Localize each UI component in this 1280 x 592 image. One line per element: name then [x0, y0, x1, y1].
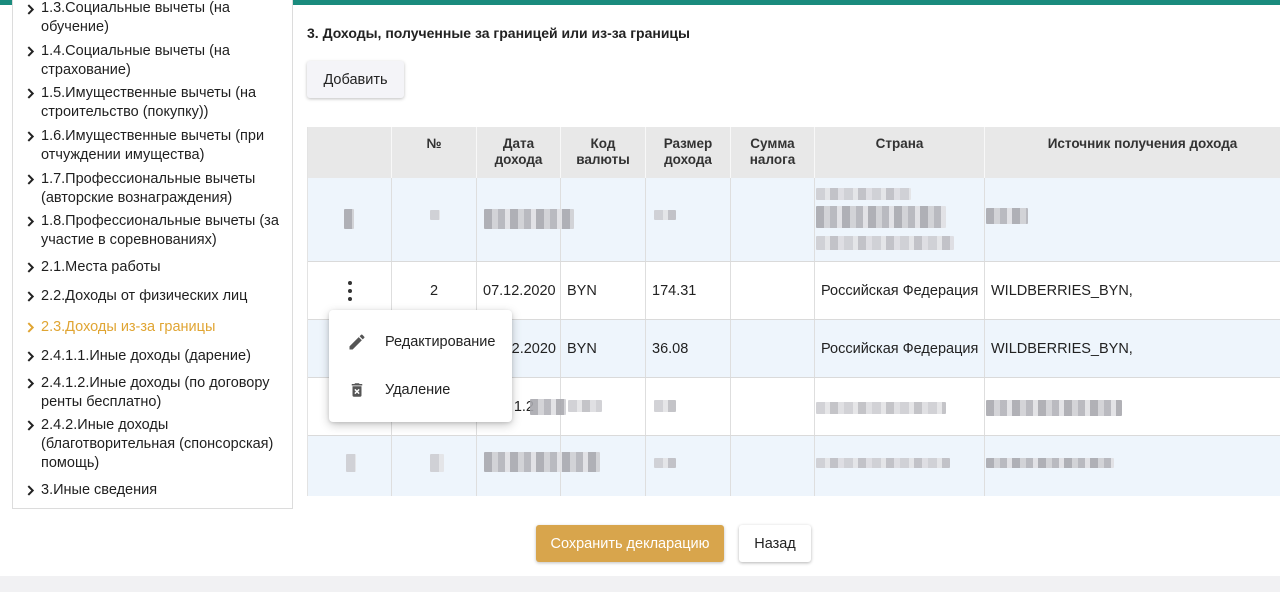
- sidebar-item-label: 1.4.Социальные вычеты (на страхование): [41, 43, 230, 78]
- add-button[interactable]: Добавить: [307, 61, 404, 98]
- redacted-content: [816, 458, 950, 468]
- chevron-right-icon: [25, 347, 41, 365]
- redacted-content: [530, 399, 566, 415]
- redacted-content: [484, 452, 600, 472]
- redacted-content: [816, 236, 954, 250]
- redacted-content: [484, 209, 574, 229]
- menu-item-label: Редактирование: [385, 334, 496, 350]
- chevron-right-icon: [25, 127, 41, 145]
- redacted-content: [654, 210, 676, 220]
- sidebar-item-property-alienation[interactable]: 1.6.Имущественные вычеты (при отчуждении…: [25, 127, 287, 165]
- sidebar-item-social-insurance[interactable]: 1.4.Социальные вычеты (на страхование): [25, 42, 287, 80]
- trash-icon: [346, 379, 368, 401]
- row-context-menu: Редактирование Удаление: [329, 310, 512, 422]
- sidebar-item-social-education[interactable]: 1.3.Социальные вычеты (на обучение): [25, 0, 287, 37]
- chevron-right-icon: [25, 416, 41, 434]
- chevron-right-icon: [25, 42, 41, 60]
- cell-currency: BYN: [561, 320, 646, 377]
- table-header: № Дата дохода Код валюты Размер дохода С…: [308, 127, 1280, 178]
- redacted-content: [430, 210, 440, 220]
- sidebar-item-label: 3.Иные сведения: [41, 482, 158, 498]
- cell-country: Российская Федерация: [815, 320, 985, 377]
- chevron-right-icon: [25, 481, 41, 499]
- sidebar-nav: 1.3.Социальные вычеты (на обучение) 1.4.…: [12, 0, 293, 509]
- header-date: Дата дохода: [477, 127, 561, 178]
- chevron-right-icon: [25, 170, 41, 188]
- sidebar-item-label: 2.1.Места работы: [41, 259, 161, 275]
- cell-amount: 36.08: [646, 320, 731, 377]
- redacted-content: [986, 400, 1122, 416]
- header-tax: Сумма налога: [731, 127, 815, 178]
- footer-strip: [0, 576, 1280, 592]
- chevron-right-icon: [25, 0, 41, 18]
- sidebar-item-foreign-income[interactable]: 2.3.Доходы из-за границы: [25, 318, 287, 337]
- sidebar-item-label: 2.4.1.2.Иные доходы (по договору ренты б…: [41, 375, 270, 410]
- redacted-content: [568, 400, 602, 412]
- back-button[interactable]: Назад: [739, 525, 811, 562]
- table-row[interactable]: [308, 436, 1280, 496]
- header-amount: Размер дохода: [646, 127, 731, 178]
- header-source: Источник получения дохода: [985, 127, 1280, 178]
- cell-currency: BYN: [561, 262, 646, 319]
- sidebar-item-label: 2.4.1.1.Иные доходы (дарение): [41, 348, 251, 364]
- more-vertical-icon[interactable]: [343, 281, 357, 301]
- redacted-content: [654, 458, 676, 468]
- sidebar-item-label: 1.3.Социальные вычеты (на обучение): [41, 0, 230, 35]
- sidebar-item-label: 1.6.Имущественные вычеты (при отчуждении…: [41, 128, 265, 163]
- redacted-content: [986, 458, 1114, 468]
- menu-item-edit[interactable]: Редактирование: [329, 318, 512, 366]
- redacted-content: [816, 206, 946, 228]
- header-actions: [308, 127, 392, 178]
- sidebar-item-label: 1.7.Профессиональные вычеты (авторские в…: [41, 171, 256, 206]
- sidebar-item-other-info[interactable]: 3.Иные сведения: [25, 481, 287, 500]
- cell-source: WILDBERRIES_BYN,: [991, 282, 1133, 299]
- redacted-content: [430, 454, 444, 472]
- sidebar-item-income-individuals[interactable]: 2.2.Доходы от физических лиц: [25, 287, 287, 306]
- sidebar-item-label: 2.3.Доходы из-за границы: [41, 319, 216, 335]
- section-title: 3. Доходы, полученные за границей или из…: [307, 25, 690, 41]
- sidebar-item-other-charity[interactable]: 2.4.2.Иные доходы (благотворительная (сп…: [25, 416, 287, 473]
- sidebar-item-workplaces[interactable]: 2.1.Места работы: [25, 258, 287, 277]
- header-country: Страна: [815, 127, 985, 178]
- save-declaration-button[interactable]: Сохранить декларацию: [536, 525, 724, 562]
- chevron-right-icon: [25, 212, 41, 230]
- sidebar-item-professional-competitions[interactable]: 1.8.Профессиональные вычеты (за участие …: [25, 212, 287, 250]
- header-currency: Код валюты: [561, 127, 646, 178]
- sidebar-item-label: 2.2.Доходы от физических лиц: [41, 288, 248, 304]
- menu-item-delete[interactable]: Удаление: [329, 366, 512, 414]
- chevron-right-icon: [25, 287, 41, 305]
- sidebar-item-label: 1.8.Профессиональные вычеты (за участие …: [41, 213, 279, 248]
- table-row[interactable]: [308, 178, 1280, 261]
- cell-tax: [731, 262, 815, 319]
- sidebar-item-other-rent[interactable]: 2.4.1.2.Иные доходы (по договору ренты б…: [25, 374, 287, 412]
- cell-country: Российская Федерация: [815, 262, 985, 319]
- cell-source: WILDBERRIES_BYN,: [991, 340, 1133, 357]
- chevron-right-icon: [25, 84, 41, 102]
- sidebar-item-label: 2.4.2.Иные доходы (благотворительная (сп…: [41, 417, 274, 471]
- redacted-content: [344, 209, 354, 229]
- chevron-right-icon: [25, 318, 41, 336]
- redacted-content: [816, 188, 911, 200]
- menu-item-label: Удаление: [385, 382, 451, 398]
- pencil-icon: [346, 331, 368, 353]
- sidebar-item-label: 1.5.Имущественные вычеты (на строительст…: [41, 85, 257, 120]
- chevron-right-icon: [25, 374, 41, 392]
- redacted-content: [654, 400, 676, 412]
- cell-tax: [731, 320, 815, 377]
- redacted-content: [816, 402, 946, 414]
- header-num: №: [392, 127, 477, 178]
- chevron-right-icon: [25, 258, 41, 276]
- redacted-content: [346, 454, 356, 472]
- redacted-content: [986, 208, 1028, 224]
- sidebar-item-other-gift[interactable]: 2.4.1.1.Иные доходы (дарение): [25, 347, 287, 366]
- cell-amount: 174.31: [646, 262, 731, 319]
- sidebar-item-professional-author[interactable]: 1.7.Профессиональные вычеты (авторские в…: [25, 170, 287, 208]
- sidebar-item-property-construction[interactable]: 1.5.Имущественные вычеты (на строительст…: [25, 84, 287, 122]
